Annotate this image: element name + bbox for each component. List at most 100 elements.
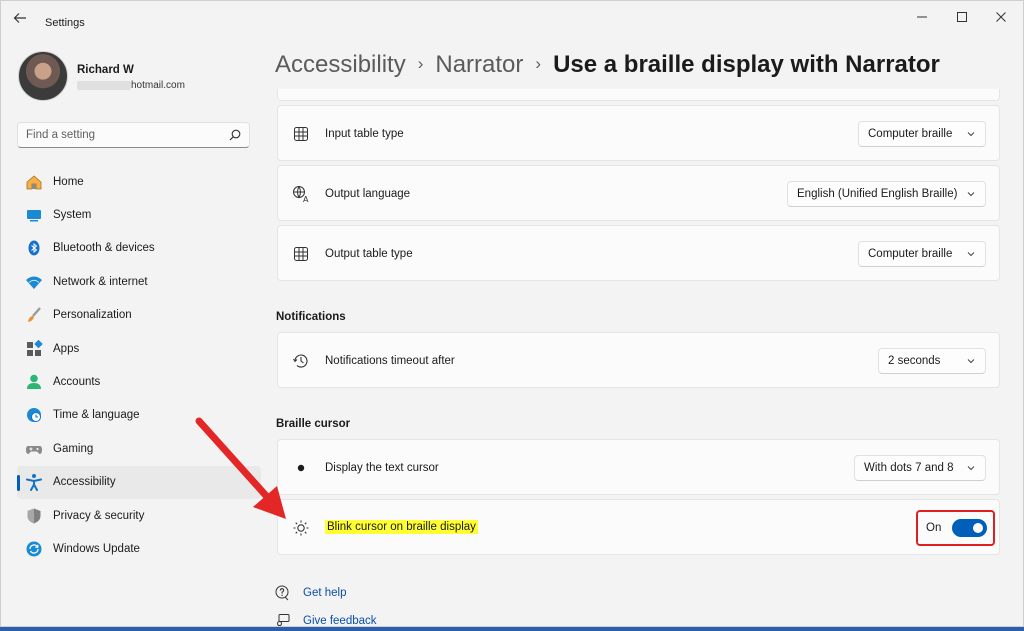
sidebar-item-personalization[interactable]: Personalization [17, 299, 261, 332]
profile-email: hotmail.com [131, 80, 185, 91]
system-icon [25, 206, 43, 224]
dropdown-value: 2 seconds [888, 355, 941, 367]
grid-table-icon [292, 125, 310, 143]
help-chat-icon [275, 585, 289, 601]
sidebar-nav: Home System Bluetooth & devices Network … [17, 165, 261, 566]
chevron-down-icon [967, 359, 975, 364]
bluetooth-icon [25, 239, 43, 257]
sidebar-item-accounts[interactable]: Accounts [17, 365, 261, 398]
page-title: Use a braille display with Narrator [553, 51, 940, 78]
setting-notifications-timeout: Notifications timeout after 2 seconds [277, 332, 1000, 388]
display-text-cursor-dropdown[interactable]: With dots 7 and 8 [854, 455, 986, 481]
section-title-braille-cursor: Braille cursor [276, 418, 351, 430]
section-title-notifications: Notifications [276, 311, 346, 323]
toggle-knob [973, 523, 983, 533]
search-input[interactable] [18, 123, 218, 147]
chevron-down-icon [967, 466, 975, 471]
breadcrumb: Accessibility › Narrator › Use a braille dis… [275, 51, 940, 79]
app-title: Settings [45, 17, 85, 29]
brightness-sun-icon [292, 519, 310, 537]
sidebar-item-label: Apps [53, 342, 80, 355]
setting-label: Output language [325, 188, 411, 200]
give-feedback-link[interactable]: Give feedback [303, 615, 377, 626]
setting-label: Display the text cursor [325, 462, 439, 474]
maximize-icon [957, 12, 967, 22]
minimize-button[interactable] [907, 7, 937, 27]
setting-label: Input table type [325, 128, 404, 140]
output-language-dropdown[interactable]: English (Unified English Braille) [787, 181, 986, 207]
sidebar-item-label: System [53, 209, 92, 222]
svg-text:A: A [303, 195, 309, 203]
grid-table-icon [292, 245, 310, 263]
setting-output-table-type: Output table type Computer braille [277, 225, 1000, 281]
search-box[interactable] [17, 122, 250, 148]
sidebar-item-time-language[interactable]: Time & language [17, 399, 261, 432]
setting-blink-cursor: Blink cursor on braille display [277, 499, 1000, 555]
sidebar-item-windows-update[interactable]: Windows Update [17, 532, 261, 565]
sidebar-item-label: Network & internet [53, 275, 148, 288]
setting-display-text-cursor: Display the text cursor With dots 7 and … [277, 439, 1000, 495]
chevron-down-icon [967, 252, 975, 257]
sidebar-item-system[interactable]: System [17, 198, 261, 231]
feedback-icon [277, 614, 290, 626]
setting-label: Notifications timeout after [325, 355, 455, 367]
chevron-down-icon [967, 192, 975, 197]
breadcrumb-narrator[interactable]: Narrator [435, 51, 523, 78]
maximize-button[interactable] [947, 7, 977, 27]
sidebar-item-label: Bluetooth & devices [53, 242, 155, 255]
accounts-icon [25, 373, 43, 391]
avatar[interactable] [18, 51, 68, 101]
sidebar-item-label: Accessibility [53, 476, 116, 489]
sidebar-item-accessibility[interactable]: Accessibility [17, 465, 261, 499]
chevron-down-icon [967, 132, 975, 137]
sidebar-item-label: Gaming [53, 442, 94, 455]
sidebar-item-network[interactable]: Network & internet [17, 265, 261, 298]
sidebar-item-label: Personalization [53, 309, 132, 322]
minimize-icon [917, 16, 927, 18]
sidebar-item-label: Windows Update [53, 542, 140, 555]
gamepad-icon [25, 440, 43, 458]
sidebar-item-gaming[interactable]: Gaming [17, 432, 261, 465]
language-icon: A [292, 185, 310, 203]
input-table-type-dropdown[interactable]: Computer braille [858, 121, 986, 147]
chevron-right-icon: › [535, 54, 542, 73]
close-icon [996, 12, 1006, 22]
apps-icon [25, 339, 43, 358]
back-arrow-icon [13, 13, 26, 23]
dropdown-value: Computer braille [868, 248, 953, 260]
sidebar-item-bluetooth[interactable]: Bluetooth & devices [17, 232, 261, 265]
settings-window: Settings Richard W hotmail.com Home [0, 0, 1024, 627]
sidebar-item-apps[interactable]: Apps [17, 332, 261, 365]
dropdown-value: With dots 7 and 8 [864, 462, 954, 474]
blink-cursor-toggle[interactable] [952, 519, 987, 537]
setting-output-language: A Output language English (Unified Engli… [277, 165, 1000, 221]
brush-icon [25, 306, 43, 324]
globe-icon [25, 406, 43, 424]
sidebar-item-home[interactable]: Home [17, 165, 261, 198]
shield-icon [25, 507, 43, 525]
close-button[interactable] [986, 7, 1016, 27]
sidebar-item-label: Time & language [53, 409, 140, 422]
output-table-type-dropdown[interactable]: Computer braille [858, 241, 986, 267]
search-icon[interactable] [229, 129, 241, 141]
email-redaction [77, 81, 131, 90]
accessibility-icon [25, 473, 43, 492]
clock-history-icon [292, 352, 310, 370]
toggle-state-label: On [926, 522, 942, 534]
breadcrumb-accessibility[interactable]: Accessibility [275, 51, 406, 78]
setting-label: Output table type [325, 248, 413, 260]
sidebar-item-label: Privacy & security [53, 509, 145, 522]
scrolled-card-edge [277, 89, 1000, 101]
back-button[interactable] [13, 11, 33, 27]
setting-label: Blink cursor on braille display [325, 520, 478, 534]
dropdown-value: Computer braille [868, 128, 953, 140]
update-icon [25, 540, 43, 558]
highlighted-label: Blink cursor on braille display [325, 520, 478, 534]
sidebar-item-privacy[interactable]: Privacy & security [17, 499, 261, 532]
sidebar-item-label: Accounts [53, 376, 101, 389]
bullet-dot-icon [292, 459, 310, 477]
notifications-timeout-dropdown[interactable]: 2 seconds [878, 348, 986, 374]
home-icon [25, 173, 43, 191]
get-help-link[interactable]: Get help [303, 587, 346, 599]
dropdown-value: English (Unified English Braille) [797, 188, 958, 200]
